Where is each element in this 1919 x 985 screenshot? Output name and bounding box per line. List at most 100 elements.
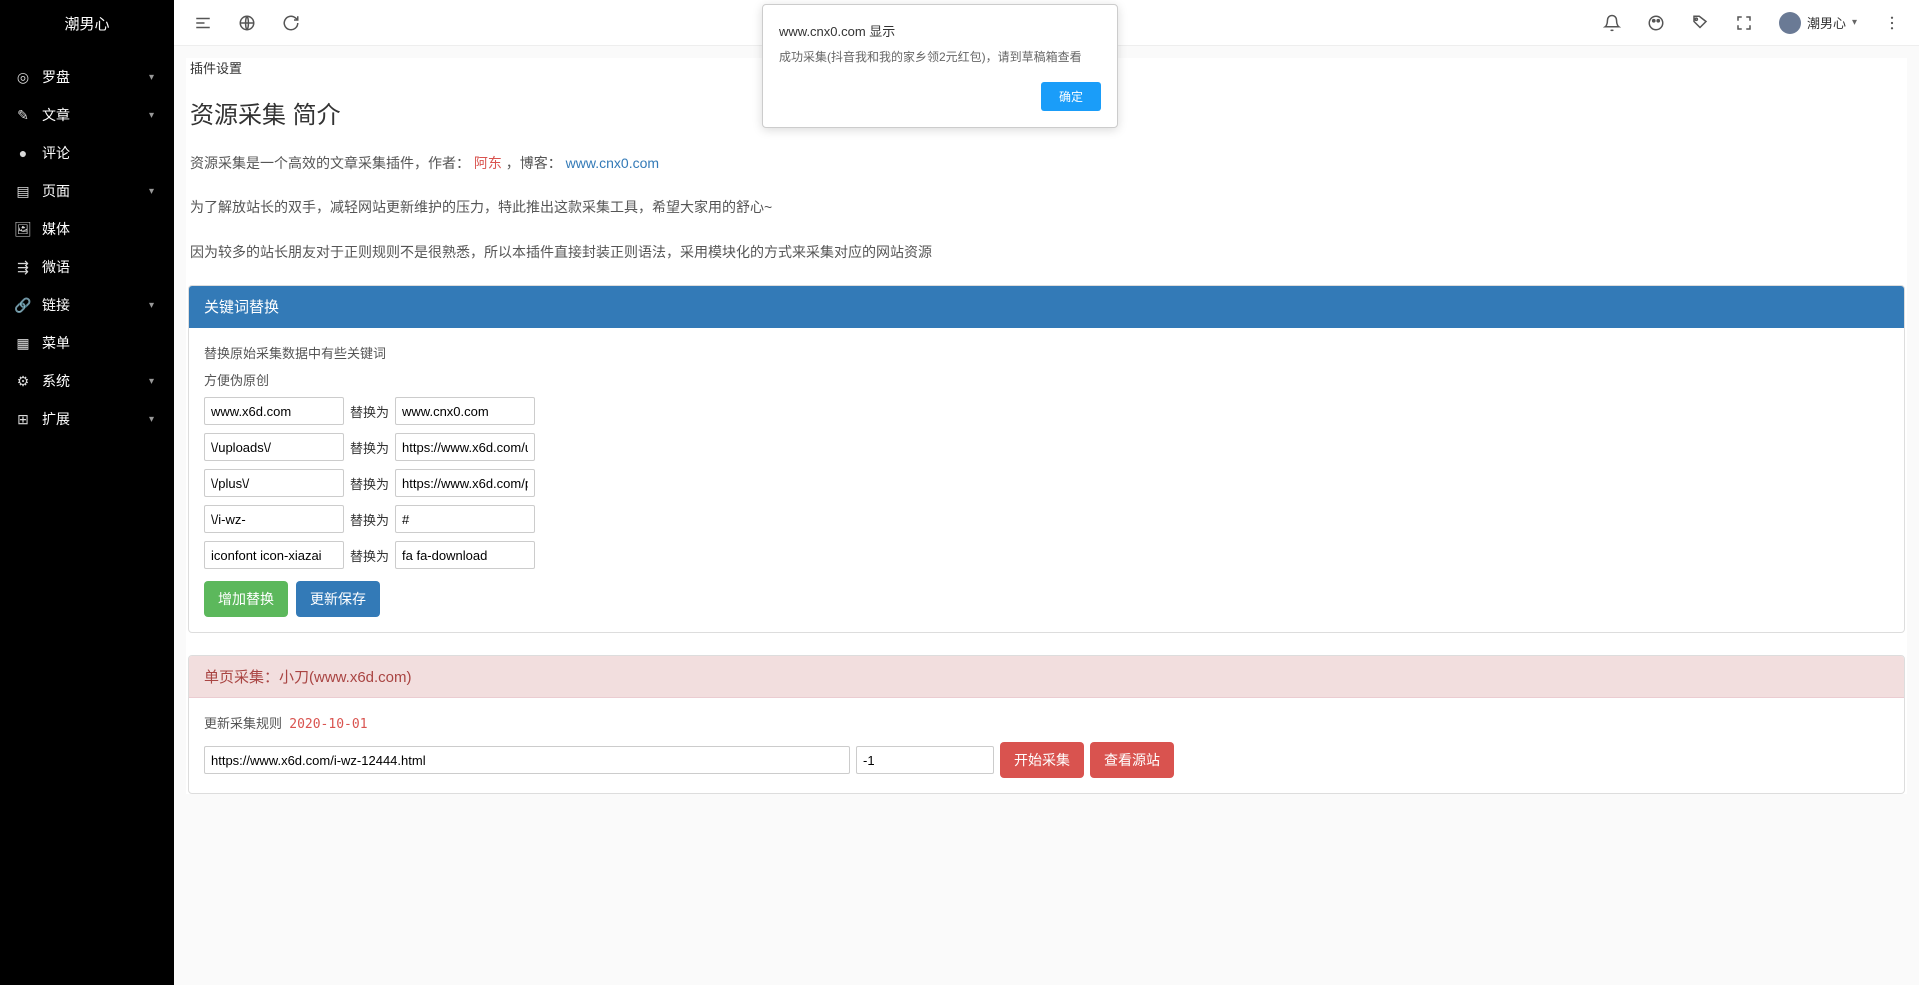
add-replace-button[interactable]: 增加替换: [204, 581, 288, 617]
replace-to-input[interactable]: [395, 505, 535, 533]
sidebar-item-label: 系统: [42, 371, 149, 391]
replace-to-input[interactable]: [395, 541, 535, 569]
sidebar-item-label: 页面: [42, 181, 149, 201]
more-icon[interactable]: [1883, 14, 1901, 32]
sidebar-item-label: 罗盘: [42, 67, 149, 87]
replace-row: 替换为: [204, 505, 1889, 533]
rule-label: 更新采集规则: [204, 716, 282, 731]
intro-line-2: 为了解放站长的双手，减轻网站更新维护的压力，特此推出这款采集工具，希望大家用的舒…: [188, 196, 1905, 218]
sidebar-item-extension[interactable]: ⊞ 扩展 ▾: [0, 400, 174, 438]
intro-mid: ，博客：: [506, 155, 562, 171]
theme-icon[interactable]: [1647, 14, 1665, 32]
main-area: 潮男心 ▾ www.cnx0.com 显示 成功采集(抖音我和我的家乡领2元红包…: [174, 0, 1919, 985]
chevron-down-icon: ▾: [149, 414, 154, 425]
intro-blog-link[interactable]: www.cnx0.com: [566, 155, 659, 171]
sidebar-item-menu[interactable]: ▦ 菜单: [0, 324, 174, 362]
article-icon: ✎: [14, 106, 32, 124]
micro-icon: ⇶: [14, 258, 32, 276]
intro-prefix: 资源采集是一个高效的文章采集插件，作者：: [190, 155, 470, 171]
sidebar-item-page[interactable]: ▤ 页面 ▾: [0, 172, 174, 210]
sidebar-item-label: 菜单: [42, 333, 154, 353]
replace-row: 替换为: [204, 397, 1889, 425]
refresh-icon[interactable]: [282, 14, 300, 32]
fullscreen-icon[interactable]: [1735, 14, 1753, 32]
intro-author: 阿东: [474, 155, 502, 171]
chevron-down-icon: ▾: [149, 376, 154, 387]
sidebar-item-micro[interactable]: ⇶ 微语: [0, 248, 174, 286]
sidebar-item-label: 文章: [42, 105, 149, 125]
sidebar-item-system[interactable]: ⚙ 系统 ▾: [0, 362, 174, 400]
replace-label: 替换为: [350, 510, 389, 529]
compass-icon: ◎: [14, 68, 32, 86]
replace-from-input[interactable]: [204, 469, 344, 497]
replace-from-input[interactable]: [204, 397, 344, 425]
single-panel-header: 单页采集：小刀(www.x6d.com): [189, 656, 1904, 698]
brand-logo: 潮男心: [0, 0, 174, 46]
tag-icon[interactable]: [1691, 14, 1709, 32]
collect-url-input[interactable]: [204, 746, 850, 774]
page-icon: ▤: [14, 182, 32, 200]
replace-to-input[interactable]: [395, 397, 535, 425]
sidebar-item-label: 扩展: [42, 409, 149, 429]
replace-to-input[interactable]: [395, 469, 535, 497]
replace-label: 替换为: [350, 438, 389, 457]
caret-down-icon: ▾: [1852, 17, 1857, 28]
replace-row: 替换为: [204, 433, 1889, 461]
chevron-down-icon: ▾: [149, 110, 154, 121]
chevron-down-icon: ▾: [149, 300, 154, 311]
rule-date: 2020-10-01: [289, 717, 367, 732]
alert-ok-button[interactable]: 确定: [1041, 82, 1101, 111]
alert-title: www.cnx0.com 显示: [779, 21, 1101, 40]
collect-num-input[interactable]: [856, 746, 994, 774]
sidebar-item-comment[interactable]: ● 评论: [0, 134, 174, 172]
replace-to-input[interactable]: [395, 433, 535, 461]
extension-icon: ⊞: [14, 410, 32, 428]
sidebar-item-label: 媒体: [42, 219, 154, 239]
collapse-sidebar-icon[interactable]: [194, 14, 212, 32]
replace-from-input[interactable]: [204, 505, 344, 533]
chevron-down-icon: ▾: [149, 186, 154, 197]
sidebar-item-link[interactable]: 🔗 链接 ▾: [0, 286, 174, 324]
view-source-button[interactable]: 查看源站: [1090, 742, 1174, 778]
save-replace-button[interactable]: 更新保存: [296, 581, 380, 617]
keyword-hint-2: 方便伪原创: [204, 370, 1889, 389]
replace-from-input[interactable]: [204, 433, 344, 461]
sidebar-menu: ◎ 罗盘 ▾ ✎ 文章 ▾ ● 评论 ▤ 页面 ▾ 🖼 媒体: [0, 46, 174, 438]
browser-alert-dialog: www.cnx0.com 显示 成功采集(抖音我和我的家乡领2元红包)，请到草稿…: [762, 4, 1118, 128]
globe-icon[interactable]: [238, 14, 256, 32]
chevron-down-icon: ▾: [149, 72, 154, 83]
sidebar: 潮男心 ◎ 罗盘 ▾ ✎ 文章 ▾ ● 评论 ▤ 页面 ▾ �: [0, 0, 174, 985]
link-icon: 🔗: [14, 296, 32, 314]
sidebar-item-label: 链接: [42, 295, 149, 315]
replace-label: 替换为: [350, 546, 389, 565]
menu-icon: ▦: [14, 334, 32, 352]
avatar: [1779, 12, 1801, 34]
replace-label: 替换为: [350, 402, 389, 421]
keyword-panel-header: 关键词替换: [189, 286, 1904, 328]
rule-update-line: 更新采集规则 2020-10-01: [204, 713, 1889, 732]
user-name: 潮男心: [1807, 13, 1846, 32]
replace-row: 替换为: [204, 541, 1889, 569]
intro-line-1: 资源采集是一个高效的文章采集插件，作者： 阿东 ，博客： www.cnx0.co…: [188, 152, 1905, 174]
sidebar-item-media[interactable]: 🖼 媒体: [0, 210, 174, 248]
content-scroll[interactable]: 插件设置 资源采集 简介 资源采集是一个高效的文章采集插件，作者： 阿东 ，博客…: [174, 46, 1919, 985]
user-menu[interactable]: 潮男心 ▾: [1779, 12, 1857, 34]
keyword-replace-panel: 关键词替换 替换原始采集数据中有些关键词 方便伪原创 替换为 替换为: [188, 285, 1905, 633]
intro-line-3: 因为较多的站长朋友对于正则规则不是很熟悉，所以本插件直接封装正则语法，采用模块化…: [188, 241, 1905, 263]
start-collect-button[interactable]: 开始采集: [1000, 742, 1084, 778]
sidebar-item-article[interactable]: ✎ 文章 ▾: [0, 96, 174, 134]
alert-body: 成功采集(抖音我和我的家乡领2元红包)，请到草稿箱查看: [779, 48, 1101, 66]
replace-from-input[interactable]: [204, 541, 344, 569]
keyword-hint-1: 替换原始采集数据中有些关键词: [204, 343, 1889, 362]
sidebar-item-compass[interactable]: ◎ 罗盘 ▾: [0, 58, 174, 96]
replace-label: 替换为: [350, 474, 389, 493]
comment-icon: ●: [14, 144, 32, 162]
sidebar-item-label: 评论: [42, 143, 154, 163]
sidebar-item-label: 微语: [42, 257, 154, 277]
single-collect-panel: 单页采集：小刀(www.x6d.com) 更新采集规则 2020-10-01 开…: [188, 655, 1905, 794]
bell-icon[interactable]: [1603, 14, 1621, 32]
brand-text: 潮男心: [64, 13, 109, 34]
media-icon: 🖼: [14, 220, 32, 238]
replace-row: 替换为: [204, 469, 1889, 497]
system-icon: ⚙: [14, 372, 32, 390]
